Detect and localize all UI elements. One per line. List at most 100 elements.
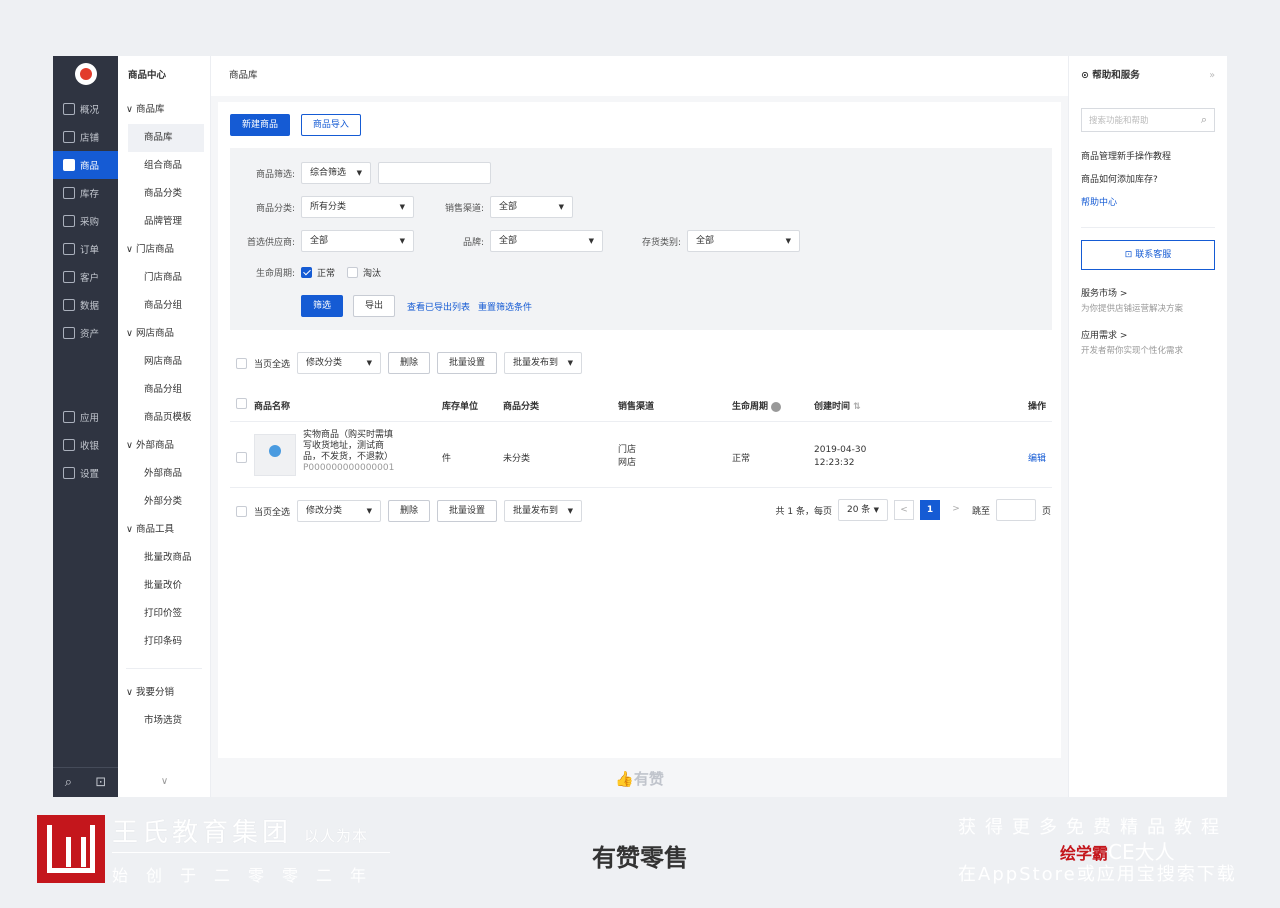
row-unit: 件 xyxy=(442,454,452,464)
help-link-tutorial[interactable]: 商品管理新手操作教程 xyxy=(1069,146,1227,169)
subnav-item[interactable]: 商品页模板 xyxy=(118,404,204,432)
category-select[interactable]: 所有分类 ▼ xyxy=(301,196,414,218)
rail-item-a2[interactable]: 商品 xyxy=(53,151,118,179)
subnav-item[interactable]: 批量改商品 xyxy=(118,544,204,572)
rail-item-a7[interactable]: 数据 xyxy=(53,291,118,319)
row-select-checkbox[interactable] xyxy=(236,452,247,463)
rail-item-a8[interactable]: 资产 xyxy=(53,319,118,347)
subnav-item[interactable]: 组合商品 xyxy=(118,152,204,180)
delete-button[interactable]: 删除 xyxy=(388,352,431,374)
rail-item-label: 收银 xyxy=(80,441,100,452)
sort-icon[interactable]: ⇅ xyxy=(853,402,861,412)
subnav-item[interactable]: 商品分组 xyxy=(118,376,204,404)
subnav-group[interactable]: ∨ 网店商品 xyxy=(118,320,210,348)
subnav-group[interactable]: ∨ 商品库 xyxy=(118,96,210,124)
modify-category-select-bottom[interactable]: 修改分类 ▼ xyxy=(297,500,382,522)
channel-select[interactable]: 全部 ▼ xyxy=(490,196,573,218)
subnav-group[interactable]: ∨ 商品工具 xyxy=(118,516,210,544)
cashier-icon xyxy=(63,439,75,451)
product-thumbnail[interactable] xyxy=(254,434,296,476)
rail-item-a1[interactable]: 店铺 xyxy=(53,123,118,151)
subnav-group[interactable]: ∨ 外部商品 xyxy=(118,432,210,460)
subnav-item[interactable]: 批量改价 xyxy=(118,572,204,600)
goods-filter-input[interactable] xyxy=(378,162,491,184)
help-circle-icon[interactable] xyxy=(771,401,782,412)
batch-settings-button[interactable]: 批量设置 xyxy=(437,352,498,374)
page-size-select[interactable]: 20 条 ▼ xyxy=(837,499,888,521)
supplier-select[interactable]: 全部 ▼ xyxy=(301,230,414,252)
new-goods-button[interactable]: 新建商品 xyxy=(230,114,291,136)
subnav-item-market[interactable]: 市场选货 xyxy=(118,707,204,735)
chat-icon: ⊡ xyxy=(1124,250,1133,260)
rail-item-b1[interactable]: 收银 xyxy=(53,431,118,459)
goto-page-input[interactable] xyxy=(995,499,1036,521)
lifecycle-eliminated-checkbox[interactable] xyxy=(347,267,359,278)
select-all-checkbox-bottom[interactable] xyxy=(236,505,247,517)
subnav-item[interactable]: 商品分组 xyxy=(118,292,204,320)
edit-link[interactable]: 编辑 xyxy=(1028,451,1046,464)
header-select-checkbox[interactable] xyxy=(236,398,247,409)
filter-button[interactable]: 筛选 xyxy=(301,295,344,317)
store-icon xyxy=(63,131,75,143)
view-exports-link[interactable]: 查看已导出列表 xyxy=(407,300,470,313)
select-all-checkbox[interactable] xyxy=(236,357,247,369)
warehouse-icon xyxy=(63,187,75,199)
expand-icon[interactable]: » xyxy=(1209,56,1215,96)
subnav-item[interactable]: 品牌管理 xyxy=(118,208,204,236)
subnav-item[interactable]: 外部分类 xyxy=(118,488,204,516)
chevron-down-icon[interactable]: ∨ xyxy=(118,767,211,797)
lifecycle-normal-checkbox[interactable] xyxy=(301,267,312,278)
search-icon[interactable]: ⌕ xyxy=(65,775,72,790)
rail-item-label: 概况 xyxy=(80,105,100,116)
rail-item-label: 店铺 xyxy=(80,133,100,144)
delete-button-bottom[interactable]: 删除 xyxy=(388,500,431,522)
subnav-item[interactable]: 商品分类 xyxy=(118,180,204,208)
goods-filter-select[interactable]: 综合筛选 ▼ xyxy=(301,162,371,184)
rail-item-a6[interactable]: 客户 xyxy=(53,263,118,291)
chat-icon[interactable]: ⊡ xyxy=(95,775,106,790)
rail-item-b0[interactable]: 应用 xyxy=(53,403,118,431)
subnav-group[interactable]: ∨ 门店商品 xyxy=(118,236,210,264)
page-1-button[interactable]: 1 xyxy=(919,500,940,520)
subnav-item[interactable]: 商品库 xyxy=(128,124,204,152)
app-demand-link[interactable]: 应用需求 > xyxy=(1069,328,1227,344)
service-market-link[interactable]: 服务市场 > xyxy=(1069,286,1227,302)
search-icon[interactable]: ⌕ xyxy=(1201,113,1207,127)
brand-select[interactable]: 全部 ▼ xyxy=(490,230,603,252)
import-goods-button[interactable]: 商品导入 xyxy=(300,114,361,136)
rail-item-a5[interactable]: 订单 xyxy=(53,235,118,263)
prev-page-button[interactable]: < xyxy=(893,500,914,520)
subnav-item[interactable]: 打印价签 xyxy=(118,600,204,628)
subnav-item[interactable]: 打印条码 xyxy=(118,628,204,656)
subnav-group-distribution[interactable]: ∨ 我要分销 xyxy=(118,679,210,707)
stock-type-select[interactable]: 全部 ▼ xyxy=(687,230,800,252)
batch-settings-button-bottom[interactable]: 批量设置 xyxy=(437,500,498,522)
rail-item-b2[interactable]: 设置 xyxy=(53,459,118,487)
contact-support-button[interactable]: ⊡ 联系客服 xyxy=(1081,240,1215,270)
brand-label: 品牌: xyxy=(462,237,484,248)
batch-publish-select-bottom[interactable]: 批量发布到 ▼ xyxy=(504,500,583,522)
watermark: 绘学霸CE大人 xyxy=(1060,840,1175,864)
apps-icon xyxy=(63,411,75,423)
product-name[interactable]: 实物商品（购买时需填 写收货地址，测试商 品，不发货，不退款） P0000000… xyxy=(303,430,394,474)
youzan-logo-icon[interactable] xyxy=(74,63,97,85)
filter-panel: 商品筛选: 综合筛选 ▼ 商品分类: 所有分类 ▼ 销售渠道: 全部 ▼ 首选供应商:… xyxy=(230,148,1052,330)
rail-item-label: 采购 xyxy=(80,217,100,228)
col-created[interactable]: 创建时间 ⇅ xyxy=(814,399,861,412)
app-window: 概况 店铺 商品 库存 采购 订单 客户 数据 资产 应用 收银 设置 ⌕ ⊡ 商品中心 ∨ 商品库… xyxy=(53,56,1227,797)
help-link-stock[interactable]: 商品如何添加库存? xyxy=(1069,169,1227,192)
modify-category-select[interactable]: 修改分类 ▼ xyxy=(297,352,382,374)
batch-publish-select[interactable]: 批量发布到 ▼ xyxy=(504,352,583,374)
subnav-item[interactable]: 网店商品 xyxy=(118,348,204,376)
help-center-link[interactable]: 帮助中心 xyxy=(1069,192,1227,215)
export-button[interactable]: 导出 xyxy=(353,295,396,317)
reset-filter-link[interactable]: 重置筛选条件 xyxy=(478,300,532,313)
help-search-input[interactable]: 搜索功能和帮助 ⌕ xyxy=(1081,108,1215,132)
rail-item-a4[interactable]: 采购 xyxy=(53,207,118,235)
subnav-divider xyxy=(126,668,202,669)
rail-item-a3[interactable]: 库存 xyxy=(53,179,118,207)
rail-item-a0[interactable]: 概况 xyxy=(53,95,118,123)
next-page-button[interactable]: > xyxy=(946,500,966,520)
subnav-item[interactable]: 门店商品 xyxy=(118,264,204,292)
subnav-item[interactable]: 外部商品 xyxy=(118,460,204,488)
